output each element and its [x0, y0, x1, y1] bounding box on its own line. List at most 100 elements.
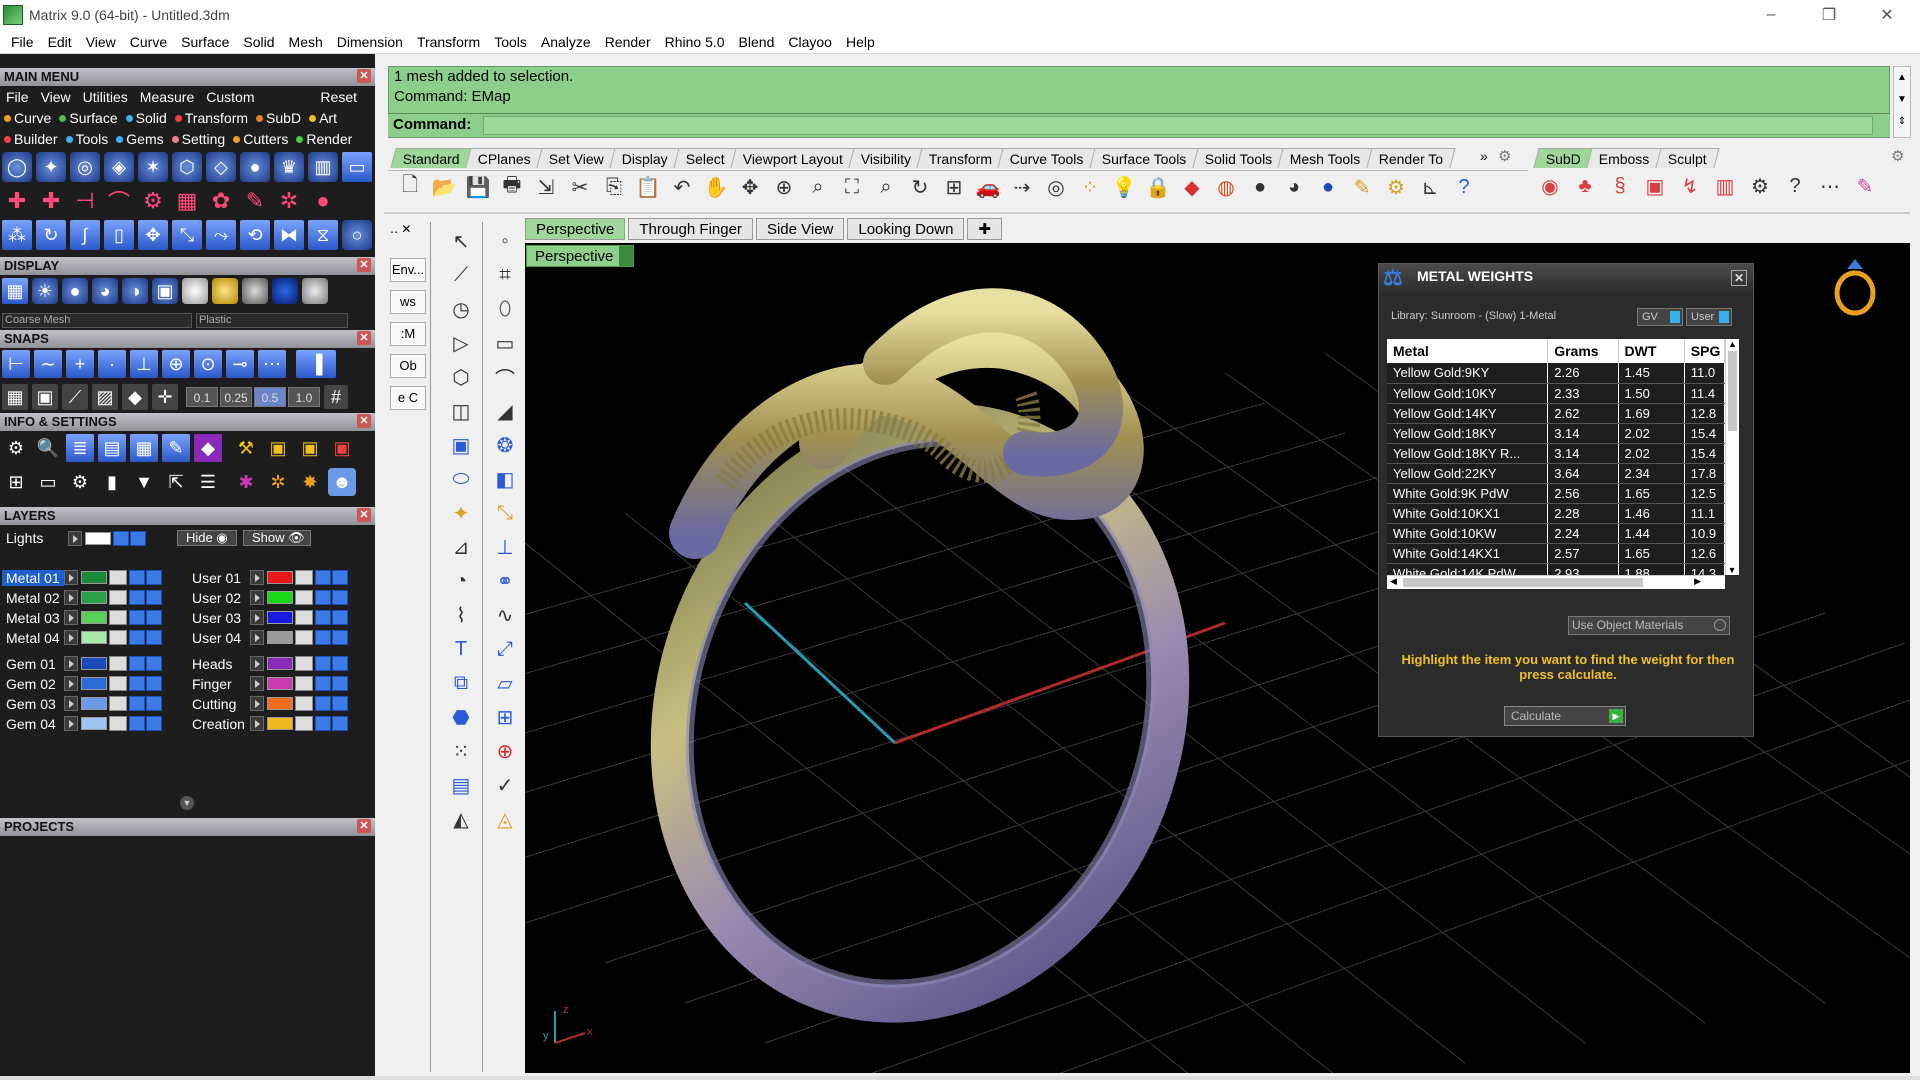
snap-value-0[interactable]: 0.1 [186, 387, 218, 407]
layers-collapse-icon[interactable]: ▼ [180, 796, 194, 810]
category-setting[interactable]: Setting [168, 131, 230, 147]
column-header[interactable]: SPG [1684, 339, 1725, 363]
visible-toggle[interactable] [315, 570, 331, 585]
subd-more-icon[interactable]: ⋯ [1816, 172, 1844, 200]
render-toggle[interactable] [146, 716, 162, 731]
expand-arrow-icon[interactable] [64, 676, 78, 691]
close-icon[interactable]: ✕ [357, 258, 371, 272]
light-icon[interactable]: ☀ [32, 278, 58, 304]
knot-tool-icon[interactable]: ✿ [206, 186, 236, 216]
bend-tool-icon[interactable]: ⟲ [240, 220, 270, 250]
export-icon[interactable]: ⇲ [532, 173, 560, 201]
side-panel-item[interactable]: Env... [390, 258, 426, 282]
expand-arrow-icon[interactable] [64, 656, 78, 671]
toolbar-tab-surface-tools[interactable]: Surface Tools [1089, 148, 1200, 168]
toolbar-tab-viewport-layout[interactable]: Viewport Layout [729, 148, 856, 168]
menu-solid[interactable]: Solid [236, 34, 281, 50]
snap-value-1[interactable]: 0.25 [220, 387, 252, 407]
category-curve[interactable]: Curve [0, 110, 55, 126]
blob-tool-icon[interactable]: ● [308, 186, 338, 216]
cylinder-tool-icon[interactable]: ▥ [308, 152, 338, 182]
main-menu-utilities[interactable]: Utilities [77, 89, 134, 105]
layer-row[interactable]: Gem 02 [2, 674, 163, 693]
layer-row[interactable]: Creation [188, 714, 349, 733]
plus-icon[interactable]: ✚ [2, 186, 32, 216]
ring-profile-icon[interactable]: ○ [342, 220, 372, 250]
points-icon[interactable]: ⁘ [1076, 173, 1104, 201]
lights-swatch[interactable] [85, 531, 111, 545]
table-row[interactable]: White Gold:10KW 2.24 1.44 10.9 [1387, 523, 1725, 544]
lock-icon[interactable] [109, 676, 127, 691]
document-icon[interactable]: ▦ [130, 434, 158, 462]
move-view-icon[interactable]: ✥ [736, 173, 764, 201]
lock-icon[interactable] [295, 590, 313, 605]
zoom-icon[interactable]: ⊕ [770, 173, 798, 201]
zoom-selected-icon[interactable]: ⌕ [872, 173, 900, 201]
expand-arrow-icon[interactable] [64, 716, 78, 731]
layer-color-swatch[interactable] [267, 677, 293, 690]
main-menu-custom[interactable]: Custom [200, 89, 260, 105]
table-row[interactable]: White Gold:9K PdW 2.56 1.65 12.5 [1387, 483, 1725, 504]
lock-icon[interactable] [109, 716, 127, 731]
snap-project-icon[interactable]: ▐ [296, 350, 336, 378]
layer-color-swatch[interactable] [81, 631, 107, 644]
head-tool-icon[interactable]: ♛ [274, 152, 304, 182]
sphere-icon[interactable]: ❂ [489, 430, 521, 460]
table-row[interactable]: Yellow Gold:18KY R... 3.14 2.02 15.4 [1387, 443, 1725, 464]
monitor-icon[interactable]: ▭ [34, 468, 62, 496]
toolbar-tab-solid-tools[interactable]: Solid Tools [1191, 148, 1285, 168]
snap-int-icon[interactable]: ⋯ [258, 350, 286, 378]
cut-icon[interactable]: ✂ [566, 173, 594, 201]
lock-icon[interactable] [109, 656, 127, 671]
flow-tool-icon[interactable]: ⤳ [206, 220, 236, 250]
cross-tool-icon[interactable]: ✚ [36, 186, 66, 216]
filter-icon[interactable]: ▼ [130, 468, 158, 496]
expand-arrow-icon[interactable] [68, 530, 82, 546]
trim-icon[interactable]: ⊥ [489, 532, 521, 562]
paste-icon[interactable]: 📋 [634, 173, 662, 201]
car-icon[interactable]: 🚗 [974, 173, 1002, 201]
control-points-icon[interactable]: ⌗ [489, 260, 521, 290]
menu-clayoo[interactable]: Clayoo [781, 34, 839, 50]
prong-tool-icon[interactable]: ✶ [138, 152, 168, 182]
subd-display-icon[interactable]: ▥ [1711, 172, 1739, 200]
new-file-icon[interactable]: 🗋 [396, 173, 424, 201]
ghosted-icon[interactable]: ◑ [122, 278, 148, 304]
layer-color-swatch[interactable] [81, 657, 107, 670]
layer-row[interactable]: User 02 [188, 588, 349, 607]
weight-icon[interactable]: ▣ [264, 434, 292, 462]
menu-tools[interactable]: Tools [487, 34, 534, 50]
snap-tan-icon[interactable]: ⊸ [226, 350, 254, 378]
render-toggle[interactable] [332, 630, 348, 645]
split-tool-icon[interactable]: ⊣ [70, 186, 100, 216]
command-scrollbar[interactable]: ▲ ▼ ⇕ [1893, 66, 1911, 138]
category-solid[interactable]: Solid [122, 110, 171, 126]
options-gear-icon[interactable]: ⚙ [1382, 173, 1410, 201]
toolbar-tab-select[interactable]: Select [672, 148, 738, 168]
toolbar-tab-transform[interactable]: Transform [916, 148, 1005, 168]
hide-button[interactable]: Hide ◉ [177, 530, 237, 546]
expand-arrow-icon[interactable] [64, 590, 78, 605]
lock-icon[interactable] [295, 610, 313, 625]
layer-color-swatch[interactable] [81, 611, 107, 624]
sweep-tool-icon[interactable]: ∫ [70, 220, 100, 250]
layer-color-swatch[interactable] [267, 697, 293, 710]
category-gems[interactable]: Gems [112, 131, 167, 147]
layer-row[interactable]: Metal 02 [2, 588, 163, 607]
material-select[interactable]: Plastic [196, 312, 348, 328]
lock-icon[interactable] [295, 696, 313, 711]
extrude-tool-icon[interactable]: ▯ [104, 220, 134, 250]
snap-point-icon[interactable]: + [66, 350, 94, 378]
arc-tool-icon[interactable]: ⌒ [104, 186, 134, 216]
toolbar-gear-icon[interactable]: ⚙ [1498, 147, 1511, 165]
menu-blend[interactable]: Blend [732, 34, 782, 50]
side-panel-item[interactable]: :M [390, 322, 426, 346]
light-bulb-icon[interactable]: 💡 [1110, 173, 1138, 201]
side-panel-item[interactable]: e C [390, 386, 426, 410]
render-toggle[interactable] [146, 570, 162, 585]
reset-button[interactable]: Reset [314, 89, 363, 105]
lock-icon[interactable] [295, 656, 313, 671]
layer-color-swatch[interactable] [81, 591, 107, 604]
viewport-tab-through-finger[interactable]: Through Finger [628, 218, 753, 240]
tree-icon[interactable]: ✲ [264, 468, 292, 496]
